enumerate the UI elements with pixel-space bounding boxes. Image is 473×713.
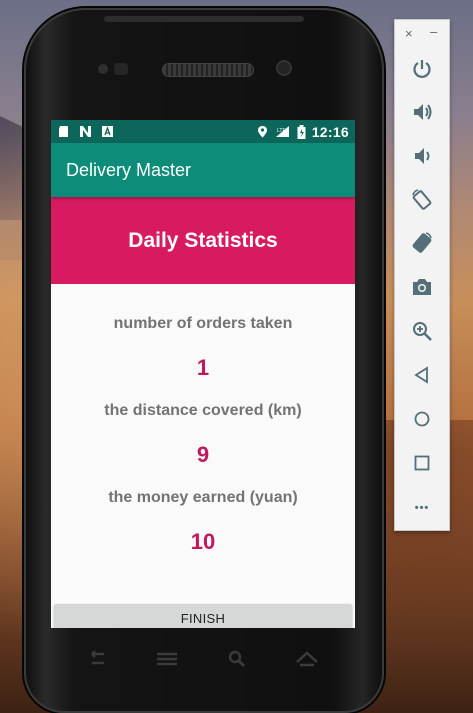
front-camera [276,60,292,76]
emulator-phone-frame: LTE 12:16 Delivery Master Daily Statisti… [24,8,384,713]
camera-icon[interactable] [410,275,434,299]
zoom-icon[interactable] [410,319,434,343]
hardware-nav-bar [24,648,384,678]
front-sensor-2 [114,63,128,75]
orders-label: number of orders taken [113,315,293,332]
device-screen: LTE 12:16 Delivery Master Daily Statisti… [51,120,355,628]
hw-home-icon[interactable] [295,648,319,670]
rotate-left-icon[interactable] [410,188,434,212]
n-icon [79,125,92,138]
status-time: 12:16 [311,123,349,140]
a-icon [101,125,114,138]
distance-value: 9 [196,442,210,467]
volume-down-icon[interactable] [410,144,434,168]
signal-icon: LTE [275,125,291,138]
money-label: the money earned (yuan) [108,489,298,506]
stats-list: number of orders taken 1 the distance co… [51,314,355,555]
location-icon [256,125,269,138]
svg-text:LTE: LTE [277,128,286,134]
phone-top-edge [104,16,304,22]
distance-label: the distance covered (km) [104,402,302,419]
app-bar: Delivery Master [51,143,355,197]
emulator-toolbar: × – ••• [394,19,450,531]
hw-search-icon[interactable] [225,648,249,670]
hw-menu-icon[interactable] [155,648,179,670]
status-bar: LTE 12:16 [51,120,355,143]
hw-back-icon[interactable] [84,648,108,670]
front-sensor [98,64,108,74]
money-value: 10 [190,529,216,554]
banner-title: Daily Statistics [128,228,278,252]
emulator-window-controls: × – [395,20,449,50]
close-icon[interactable]: × [405,26,413,41]
home-icon[interactable] [410,407,434,431]
rotate-right-icon[interactable] [410,231,434,255]
sd-card-icon [57,125,70,138]
power-icon[interactable] [410,57,434,81]
minimize-icon[interactable]: – [430,24,437,39]
battery-icon [297,125,306,139]
back-icon[interactable] [410,363,434,387]
overview-icon[interactable] [410,451,434,475]
finish-button[interactable]: FINISH [54,604,352,628]
orders-value: 1 [196,355,210,380]
more-icon[interactable]: ••• [410,496,434,520]
earpiece-speaker [162,63,254,77]
volume-up-icon[interactable] [410,100,434,124]
stats-banner: Daily Statistics [51,197,355,284]
app-title: Delivery Master [66,159,192,180]
